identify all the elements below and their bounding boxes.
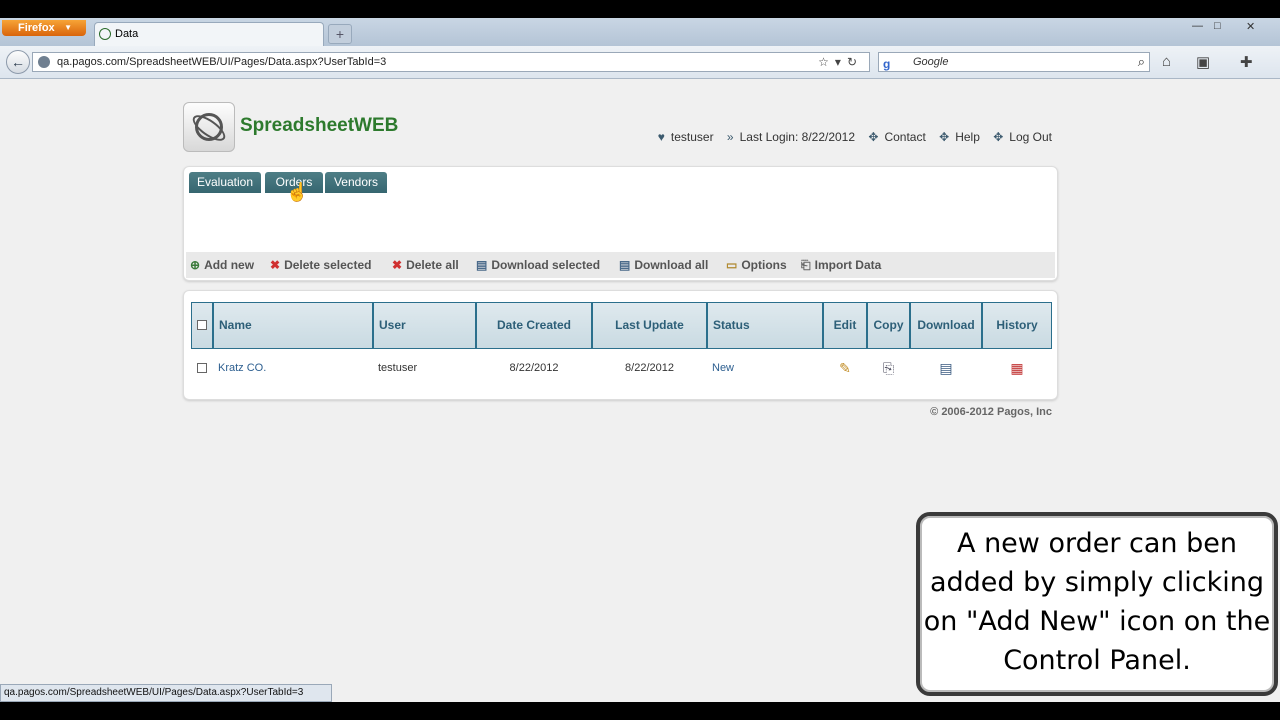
home-icon[interactable]: ⌂	[1162, 53, 1171, 70]
url-text: qa.pagos.com/SpreadsheetWEB/UI/Pages/Dat…	[57, 56, 387, 68]
header-date-created[interactable]: Date Created	[476, 302, 592, 349]
addons-icon[interactable]: ✚	[1240, 53, 1253, 71]
bookmarks-icon[interactable]: ▣	[1196, 53, 1210, 71]
firefox-menu-label: Firefox	[18, 22, 55, 34]
tab-vendors[interactable]: Vendors	[325, 172, 387, 193]
new-tab-button[interactable]: +	[328, 24, 352, 44]
import-data-button[interactable]: ⎗ Import Data	[801, 258, 881, 273]
history-calendar-icon[interactable]: ▦	[982, 350, 1052, 386]
download-selected-button[interactable]: ▤ Download selected	[476, 258, 600, 272]
row-last-update: 8/22/2012	[625, 362, 674, 374]
reload-icon[interactable]: ↻	[847, 55, 863, 69]
minimize-icon[interactable]: —	[1192, 20, 1203, 32]
last-login: Last Login: 8/22/2012	[739, 130, 856, 144]
download-all-label: Download all	[634, 258, 709, 272]
search-engine-label: Google	[913, 56, 949, 68]
add-new-button[interactable]: ⊕ Add new	[190, 258, 254, 272]
brand-title: SpreadsheetWEB	[240, 115, 399, 136]
user-bar: ♥ testuser » Last Login: 8/22/2012 ✥ Contac…	[648, 130, 1052, 144]
row-date-created: 8/22/2012	[509, 362, 559, 374]
chevron-down-icon: ▼	[64, 23, 72, 32]
url-bar[interactable]: qa.pagos.com/SpreadsheetWEB/UI/Pages/Dat…	[32, 52, 870, 72]
header-last-update[interactable]: Last Update	[592, 302, 707, 349]
login-icon: »	[726, 130, 734, 144]
video-letterbox-top	[0, 0, 1280, 18]
header-history: History	[982, 302, 1052, 349]
delete-all-label: Delete all	[406, 258, 459, 272]
options-label: Options	[741, 258, 787, 272]
history-dropdown-icon[interactable]: ▾	[835, 55, 847, 69]
delete-all-button[interactable]: ✖ Delete all	[392, 258, 459, 272]
header-select-all	[191, 302, 213, 349]
tab-evaluation[interactable]: Evaluation	[189, 172, 261, 193]
delete-selected-label: Delete selected	[284, 258, 372, 272]
help-link[interactable]: Help	[955, 130, 980, 144]
delete-icon: ✖	[270, 258, 281, 272]
download-selected-label: Download selected	[491, 258, 601, 272]
spreadsheetweb-logo	[183, 102, 235, 152]
header-edit: Edit	[823, 302, 867, 349]
help-icon: ✥	[939, 130, 950, 144]
search-icon[interactable]: ⌕	[1138, 53, 1145, 71]
browser-status-bar: qa.pagos.com/SpreadsheetWEB/UI/Pages/Dat…	[0, 684, 332, 702]
video-letterbox-bottom	[0, 702, 1280, 720]
back-button[interactable]: ←	[6, 50, 30, 74]
row-status: New	[712, 362, 735, 374]
logout-link[interactable]: Log Out	[1009, 130, 1052, 144]
select-all-checkbox[interactable]	[197, 320, 207, 330]
delete-all-icon: ✖	[392, 258, 403, 272]
favicon-icon	[99, 28, 111, 40]
download-all-icon: ▤	[619, 258, 631, 272]
username: testuser	[670, 130, 714, 144]
download-icon: ▤	[476, 258, 488, 272]
delete-selected-button[interactable]: ✖ Delete selected	[270, 258, 371, 272]
close-icon[interactable]: ✕	[1246, 20, 1255, 33]
header-download: Download	[910, 302, 982, 349]
add-new-label: Add new	[204, 258, 255, 272]
browser-tab-title: Data	[115, 28, 139, 40]
site-identity-icon	[38, 56, 50, 68]
bookmark-star-icon[interactable]: ☆	[818, 55, 835, 69]
header-copy: Copy	[867, 302, 910, 349]
row-user: testuser	[378, 362, 418, 374]
maximize-icon[interactable]: □	[1214, 20, 1221, 32]
header-name[interactable]: Name	[213, 302, 373, 349]
user-icon: ♥	[657, 130, 665, 144]
add-icon: ⊕	[190, 258, 201, 272]
import-icon: ⎗	[801, 258, 811, 272]
copy-icon[interactable]: ⎘	[867, 350, 910, 386]
browser-tab[interactable]: Data	[94, 22, 324, 46]
logout-icon: ✥	[993, 130, 1004, 144]
callout-text: A new order can ben added by simply clic…	[923, 528, 1271, 676]
header-status[interactable]: Status	[707, 302, 823, 349]
contact-icon: ✥	[868, 130, 879, 144]
search-input[interactable]: g Google ⌕	[878, 52, 1150, 72]
contact-link[interactable]: Contact	[884, 130, 925, 144]
hand-cursor-icon: ☝	[286, 182, 309, 202]
options-button[interactable]: ▭ Options	[726, 258, 787, 272]
header-user[interactable]: User	[373, 302, 476, 349]
google-icon: g	[883, 57, 891, 71]
row-name-link[interactable]: Kratz CO.	[218, 350, 368, 386]
download-all-button[interactable]: ▤ Download all	[619, 258, 708, 272]
url-bar-icons: ☆▾↻	[818, 53, 863, 71]
row-checkbox[interactable]	[197, 363, 207, 373]
firefox-menu-button[interactable]: Firefox ▼	[2, 20, 86, 36]
edit-icon[interactable]: ✎	[823, 350, 867, 386]
import-data-label: Import Data	[814, 258, 882, 272]
copyright: © 2006-2012 Pagos, Inc	[930, 406, 1052, 418]
options-icon: ▭	[726, 258, 738, 272]
download-row-icon[interactable]: ▤	[910, 350, 982, 386]
